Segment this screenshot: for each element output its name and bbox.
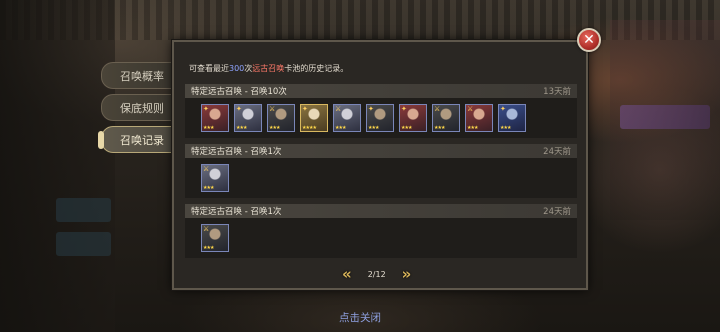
record-header: 特定远古召唤 - 召唤1次 24天前 (185, 204, 577, 218)
star-rating-icon: ★★★ (203, 185, 214, 191)
record-title: 特定远古召唤 - 召唤1次 (191, 147, 282, 157)
tab-pity-rules[interactable]: 保底规则 (101, 94, 176, 121)
hero-class-icon: ⚔ (203, 225, 210, 233)
background-menu-row (56, 198, 111, 222)
history-notice: 可查看最近300次远古召唤卡池的历史记录。 (189, 63, 348, 74)
double-chevron-right-icon[interactable]: » (402, 267, 412, 282)
star-rating-icon: ★★★★ (302, 125, 317, 131)
summon-record: 特定远古召唤 - 召唤1次 24天前 ⚔ ★★★ (185, 204, 577, 258)
notice-count: 300 (229, 64, 245, 73)
hero-portrait[interactable]: ⚔ ★★★ (333, 104, 361, 132)
page-indicator: 2/12 (367, 270, 386, 279)
background-right-button (620, 105, 710, 129)
star-rating-icon: ★★★ (368, 125, 379, 131)
star-rating-icon: ★★★ (236, 125, 247, 131)
hero-portrait[interactable]: ✦ ★★★ (399, 104, 427, 132)
background-menu-row (56, 232, 111, 256)
record-time: 24天前 (543, 147, 571, 157)
tab-label: 召唤记录 (120, 133, 164, 147)
hero-class-icon: ✦ (368, 105, 374, 113)
hero-portrait[interactable]: ✦ ★★★ (234, 104, 262, 132)
summon-record: 特定远古召唤 - 召唤1次 24天前 ⚔ ★★★ (185, 144, 577, 198)
hero-portrait[interactable]: ✦ ★★★ (366, 104, 394, 132)
record-title: 特定远古召唤 - 召唤10次 (191, 87, 287, 97)
summon-history-dialog: 可查看最近300次远古召唤卡池的历史记录。 特定远古召唤 - 召唤10次 13天… (171, 39, 589, 291)
record-hero-list: ⚔ ★★★ (185, 158, 577, 198)
hero-class-icon: ⚔ (434, 105, 441, 113)
star-rating-icon: ★★★ (434, 125, 445, 131)
hero-portrait[interactable]: ⚔ ★★★ (432, 104, 460, 132)
record-header: 特定远古召唤 - 召唤10次 13天前 (185, 84, 577, 98)
tab-label: 保底规则 (120, 101, 164, 115)
hero-portrait[interactable]: ⚔ ★★★ (201, 224, 229, 252)
hero-portrait[interactable]: ⚔ ★★★ (201, 164, 229, 192)
star-rating-icon: ★★★ (269, 125, 280, 131)
hero-class-icon: ⚔ (467, 105, 474, 113)
hero-class-icon: ✦ (302, 105, 308, 113)
hero-class-icon: ✦ (500, 105, 506, 113)
star-rating-icon: ★★★ (500, 125, 511, 131)
hero-class-icon: ✦ (203, 105, 209, 113)
hero-portrait[interactable]: ✦ ★★★★ (300, 104, 328, 132)
star-rating-icon: ★★★ (203, 245, 214, 251)
background-left-panel (0, 0, 115, 332)
star-rating-icon: ★★★ (467, 125, 478, 131)
close-icon: ✕ (583, 32, 595, 48)
record-hero-list: ✦ ★★★ ✦ ★★★ ⚔ ★★★ ✦ ★★★★ ⚔ ★★★ ✦ ★★★ ✦ ★★★ ⚔ ★★★ ⚔ ★★★ ✦ ★★… (185, 98, 577, 138)
hero-portrait[interactable]: ✦ ★★★ (201, 104, 229, 132)
star-rating-icon: ★★★ (203, 125, 214, 131)
hero-portrait[interactable]: ⚔ ★★★ (465, 104, 493, 132)
tab-summon-history[interactable]: 召唤记录 (98, 126, 176, 153)
hero-class-icon: ✦ (401, 105, 407, 113)
tap-to-close-hint[interactable]: 点击关闭 (0, 310, 720, 325)
notice-pool-name: 远古召唤 (252, 64, 285, 73)
record-hero-list: ⚔ ★★★ (185, 218, 577, 258)
hero-class-icon: ✦ (236, 105, 242, 113)
notice-suffix: 卡池的历史记录。 (284, 64, 349, 73)
summon-record: 特定远古召唤 - 召唤10次 13天前 ✦ ★★★ ✦ ★★★ ⚔ ★★★ ✦ ★★★★ ⚔ ★★… (185, 84, 577, 138)
tab-label: 召唤概率 (120, 69, 164, 83)
record-time: 13天前 (543, 87, 571, 97)
hero-portrait[interactable]: ⚔ ★★★ (267, 104, 295, 132)
hero-class-icon: ⚔ (269, 105, 276, 113)
hero-portrait[interactable]: ✦ ★★★ (498, 104, 526, 132)
double-chevron-left-icon[interactable]: « (342, 267, 352, 282)
record-header: 特定远古召唤 - 召唤1次 24天前 (185, 144, 577, 158)
record-time: 24天前 (543, 207, 571, 217)
close-button[interactable]: ✕ (577, 28, 601, 52)
hero-class-icon: ⚔ (203, 165, 210, 173)
notice-prefix: 可查看最近 (189, 64, 229, 73)
record-title: 特定远古召唤 - 召唤1次 (191, 207, 282, 217)
pagination: « 2/12 » (342, 267, 411, 282)
star-rating-icon: ★★★ (335, 125, 346, 131)
hero-class-icon: ⚔ (335, 105, 342, 113)
star-rating-icon: ★★★ (401, 125, 412, 131)
tab-summon-rates[interactable]: 召唤概率 (101, 62, 176, 89)
